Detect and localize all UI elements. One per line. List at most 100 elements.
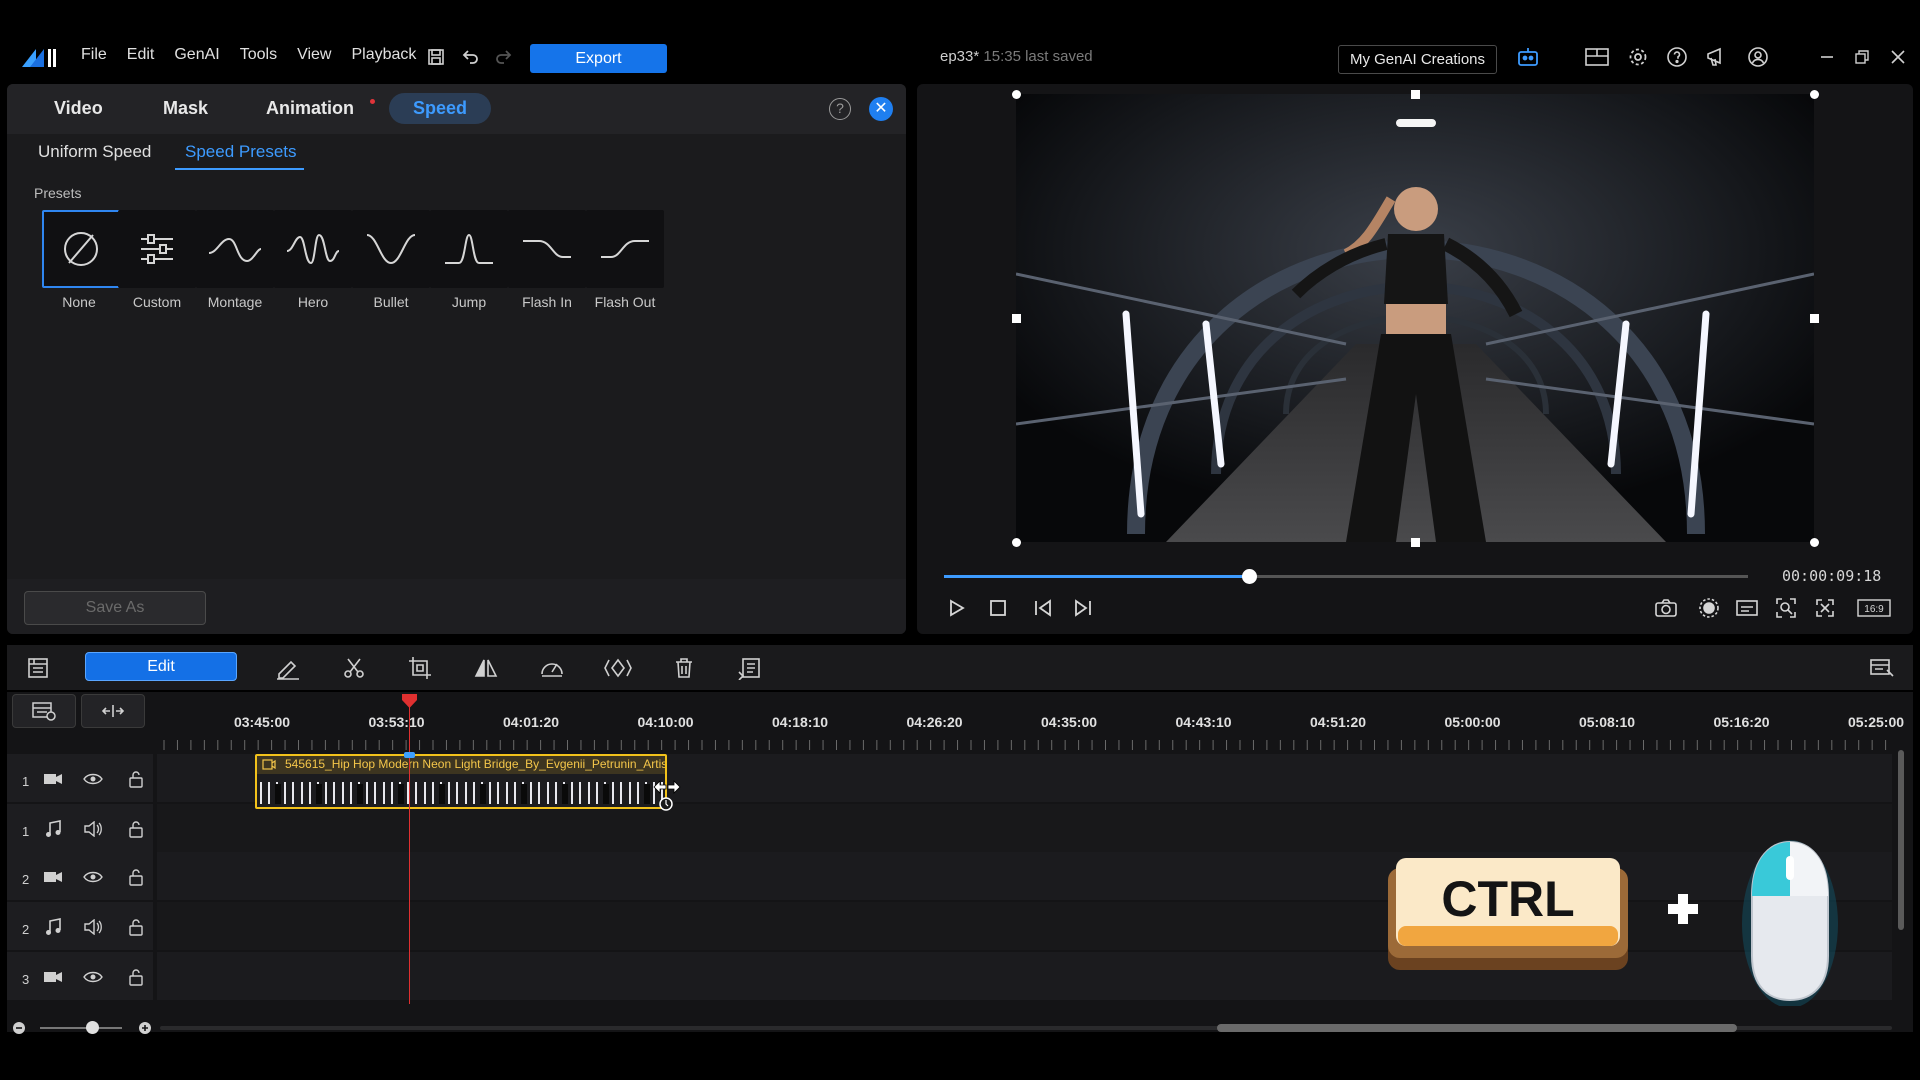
- account-icon[interactable]: [1745, 44, 1771, 70]
- resize-handle-bottom[interactable]: [1411, 538, 1420, 547]
- ai-assistant-icon[interactable]: [1515, 44, 1541, 70]
- video-track-icon: [42, 866, 64, 888]
- tab-mask[interactable]: Mask: [163, 98, 208, 119]
- aspect-ratio-icon[interactable]: 16:9: [1856, 595, 1892, 621]
- tab-speed[interactable]: Speed: [389, 93, 492, 124]
- visibility-eye-icon[interactable]: [82, 768, 104, 790]
- timeline-horizontal-scrollbar[interactable]: [1217, 1024, 1737, 1032]
- render-preview-icon[interactable]: [1696, 595, 1722, 621]
- preset-hero[interactable]: [274, 210, 352, 288]
- scissors-icon[interactable]: [340, 654, 368, 682]
- resize-handle-top[interactable]: [1411, 90, 1420, 99]
- flip-icon[interactable]: [472, 654, 500, 682]
- resize-handle-tl[interactable]: [1012, 90, 1021, 99]
- clip-thumbnail: [462, 774, 503, 807]
- menu-file[interactable]: File: [81, 46, 107, 64]
- delete-trash-icon[interactable]: [670, 654, 698, 682]
- trim-cursor-icon: [653, 780, 681, 811]
- video-clip[interactable]: 545615_Hip Hop Modern Neon Light Bridge_…: [255, 754, 667, 809]
- redo-icon[interactable]: [491, 44, 517, 70]
- zoom-slider-knob[interactable]: [86, 1021, 99, 1034]
- zoom-out-icon[interactable]: [11, 1020, 27, 1036]
- track-number: 3: [22, 972, 30, 987]
- zoom-preview-icon[interactable]: [1773, 595, 1799, 621]
- announcement-icon[interactable]: [1704, 44, 1730, 70]
- previous-frame-icon[interactable]: [1030, 595, 1056, 621]
- subtab-uniform-speed[interactable]: Uniform Speed: [38, 142, 151, 162]
- track-lane-audio[interactable]: [157, 804, 1892, 852]
- timeline-vertical-scrollbar[interactable]: [1898, 750, 1904, 930]
- lock-icon[interactable]: [125, 866, 147, 888]
- help-icon[interactable]: [1664, 44, 1690, 70]
- speaker-icon[interactable]: [82, 916, 104, 938]
- preset-flash-in[interactable]: [508, 210, 586, 288]
- visibility-eye-icon[interactable]: [82, 966, 104, 988]
- resize-handle-right[interactable]: [1810, 314, 1819, 323]
- fullscreen-icon[interactable]: [1812, 595, 1838, 621]
- zoom-slider-track[interactable]: [40, 1027, 122, 1029]
- clip-video-icon: [262, 759, 276, 770]
- preset-montage[interactable]: [196, 210, 274, 288]
- preset-custom[interactable]: [118, 210, 196, 288]
- menu-genai[interactable]: GenAI: [174, 46, 219, 64]
- tab-video[interactable]: Video: [54, 98, 103, 119]
- next-frame-icon[interactable]: [1070, 595, 1096, 621]
- zoom-in-icon[interactable]: [137, 1020, 153, 1036]
- preset-flash-out[interactable]: [586, 210, 664, 288]
- keyframe-icon[interactable]: [604, 654, 632, 682]
- lock-icon[interactable]: [125, 916, 147, 938]
- menu-view[interactable]: View: [297, 46, 331, 64]
- preset-none[interactable]: [42, 210, 120, 288]
- lock-icon[interactable]: [125, 768, 147, 790]
- save-icon[interactable]: [423, 44, 449, 70]
- minimize-icon[interactable]: [1814, 44, 1840, 70]
- menu-tools[interactable]: Tools: [240, 46, 277, 64]
- resize-handle-br[interactable]: [1810, 538, 1819, 547]
- panel-close-icon[interactable]: ✕: [869, 97, 893, 121]
- preset-jump[interactable]: [430, 210, 508, 288]
- subtab-speed-presets[interactable]: Speed Presets: [185, 142, 297, 162]
- video-preview[interactable]: [1016, 94, 1814, 542]
- menu-playback[interactable]: Playback: [351, 46, 416, 64]
- close-window-icon[interactable]: [1885, 44, 1911, 70]
- playhead-clip-marker: [404, 752, 415, 758]
- subtitle-icon[interactable]: [1734, 595, 1760, 621]
- panel-help-icon[interactable]: ?: [829, 98, 851, 120]
- lock-icon[interactable]: [125, 966, 147, 988]
- undo-icon[interactable]: [457, 44, 483, 70]
- export-button[interactable]: Export: [530, 44, 667, 73]
- timeline-settings-icon[interactable]: [1868, 654, 1896, 682]
- track-manager-button[interactable]: [12, 694, 76, 728]
- layout-icon[interactable]: [1584, 44, 1610, 70]
- preview-scrub-knob[interactable]: [1241, 569, 1257, 584]
- lock-icon[interactable]: [125, 818, 147, 840]
- visibility-eye-icon[interactable]: [82, 866, 104, 888]
- stop-icon[interactable]: [985, 595, 1011, 621]
- snapshot-camera-icon[interactable]: [1653, 595, 1679, 621]
- menu-edit[interactable]: Edit: [127, 46, 155, 64]
- resize-handle-tr[interactable]: [1810, 90, 1819, 99]
- resize-handle-left[interactable]: [1012, 314, 1021, 323]
- resize-handle-bl[interactable]: [1012, 538, 1021, 547]
- play-icon[interactable]: [943, 595, 969, 621]
- pen-tool-icon[interactable]: [274, 654, 302, 682]
- more-tools-icon[interactable]: [736, 654, 764, 682]
- app-logo-icon: [22, 49, 56, 67]
- edit-button[interactable]: Edit: [85, 652, 237, 681]
- speaker-icon[interactable]: [82, 818, 104, 840]
- media-library-icon[interactable]: [24, 654, 52, 682]
- fit-timeline-button[interactable]: [81, 694, 145, 728]
- preset-bullet[interactable]: [352, 210, 430, 288]
- clip-thumbnail: [380, 774, 421, 807]
- preset-label-jump: Jump: [451, 294, 487, 310]
- save-as-button[interactable]: Save As: [24, 591, 206, 625]
- tab-animation[interactable]: Animation: [266, 98, 354, 119]
- restore-icon[interactable]: [1849, 44, 1875, 70]
- my-genai-creations-button[interactable]: My GenAI Creations: [1338, 45, 1497, 74]
- clip-title: 545615_Hip Hop Modern Neon Light Bridge_…: [257, 756, 665, 774]
- track-number: 1: [22, 774, 30, 789]
- speed-gauge-icon[interactable]: [538, 654, 566, 682]
- settings-gear-icon[interactable]: [1625, 44, 1651, 70]
- track-number: 1: [22, 824, 30, 839]
- crop-icon[interactable]: [406, 654, 434, 682]
